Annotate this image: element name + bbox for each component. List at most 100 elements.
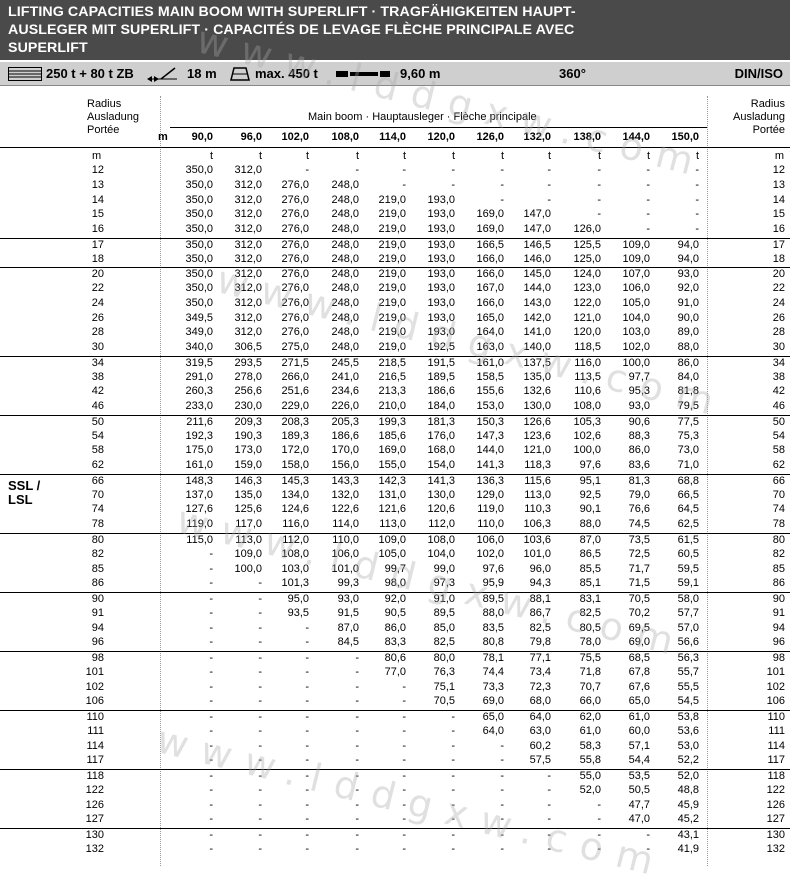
capacity-cell: - <box>305 770 309 783</box>
capacity-cell: 161,0 <box>476 356 504 369</box>
capacity-cell: 248,0 <box>331 252 359 265</box>
capacity-cell: - <box>258 577 262 590</box>
capacity-cell: 93,0 <box>337 593 359 606</box>
capacity-cell: 78,0 <box>579 636 601 649</box>
capacity-cell: 87,0 <box>337 621 359 634</box>
capacity-cell: - <box>355 739 359 752</box>
capacity-cell: - <box>209 754 213 767</box>
radius-cell-left: 15 <box>91 208 104 221</box>
capacity-cell: 96,0 <box>529 562 551 575</box>
radius-cell-left: 46 <box>91 400 104 413</box>
capacity-cell: 57,1 <box>628 739 650 752</box>
spec-slew: 360° <box>559 66 586 81</box>
radius-cell-left: 50 <box>91 415 104 428</box>
capacity-cell: - <box>209 593 213 606</box>
table-row: 18 350,0 312,0 276,0 248,0 219,0 193,0 166,0 146… <box>0 253 790 266</box>
capacity-cell: 71,8 <box>579 665 601 678</box>
spec-track: 9,60 m <box>400 66 441 81</box>
capacity-cell: 193,0 <box>427 238 455 251</box>
capacity-cell: 86,5 <box>579 547 601 560</box>
title-line-2: AUSLEGER MIT SUPERLIFT · CAPACITÉS DE LE… <box>8 22 575 38</box>
capacity-cell: 83,6 <box>628 459 650 472</box>
capacity-cell: 278,0 <box>234 370 262 383</box>
capacity-cell: 349,0 <box>185 326 213 339</box>
radius-cell-left: 130 <box>85 829 104 842</box>
capacity-cell: 47,7 <box>628 798 650 811</box>
capacity-cell: 312,0 <box>234 238 262 251</box>
capacity-cell: - <box>258 652 262 665</box>
capacity-cell: 84,0 <box>677 370 699 383</box>
capacity-cell: - <box>305 680 309 693</box>
capacity-cell: - <box>355 680 359 693</box>
radius-cell-right: 86 <box>772 577 785 590</box>
capacity-cell: - <box>451 754 455 767</box>
counterweight-icon <box>8 67 42 81</box>
capacity-cell: - <box>209 652 213 665</box>
capacity-cell: 88,3 <box>628 429 650 442</box>
capacity-cell: 350,0 <box>185 252 213 265</box>
capacity-cell: 61,0 <box>628 711 650 724</box>
capacity-cell: 70,7 <box>579 680 601 693</box>
capacity-cell: 109,0 <box>234 547 262 560</box>
capacity-cell: 60,5 <box>677 547 699 560</box>
radius-cell-right: 58 <box>772 444 785 457</box>
capacity-cell: - <box>258 783 262 796</box>
capacity-cell: 116,0 <box>282 518 309 531</box>
radius-cell-left: 98 <box>91 652 104 665</box>
capacity-cell: - <box>451 842 455 855</box>
radius-cell-right: 22 <box>772 282 785 295</box>
capacity-cell: 276,0 <box>281 252 309 265</box>
capacity-cell: 43,1 <box>677 829 699 842</box>
radius-cell-left: 42 <box>91 385 104 398</box>
capacity-cell: 105,0 <box>378 547 406 560</box>
track-width-icon <box>336 71 390 77</box>
capacity-cell: 121,0 <box>523 444 551 457</box>
spec-max-load: max. 450 t <box>255 66 318 81</box>
capacity-cell: 86,0 <box>677 356 699 369</box>
capacity-cell: 192,5 <box>427 341 455 354</box>
unit-tonnes: t <box>258 150 262 162</box>
column-header-boom-length: 138,0 <box>573 131 601 143</box>
capacity-cell: 113,0 <box>379 518 406 531</box>
capacity-cell: 146,5 <box>523 238 551 251</box>
header-rule <box>170 127 707 128</box>
capacity-cell: - <box>695 193 699 206</box>
capacity-cell: - <box>547 813 551 826</box>
capacity-cell: 127,6 <box>185 503 213 516</box>
capacity-cell: 91,0 <box>433 593 455 606</box>
table-row: 14 350,0 312,0 276,0 248,0 219,0 193,0 - - - - - 14 <box>0 194 790 207</box>
column-header-boom-length: 120,0 <box>427 131 455 143</box>
table-row: 22 350,0 312,0 276,0 248,0 219,0 193,0 167,0 144… <box>0 282 790 295</box>
capacity-cell: - <box>402 813 406 826</box>
radius-cell-right: 126 <box>766 798 785 811</box>
capacity-cell: 84,5 <box>337 636 359 649</box>
capacity-cell: 166,0 <box>476 252 504 265</box>
capacity-cell: 141,0 <box>523 326 551 339</box>
capacity-cell: 191,5 <box>427 356 455 369</box>
unit-tonnes: t <box>646 150 650 162</box>
capacity-cell: 312,0 <box>234 193 262 206</box>
table-row: 66 148,3 146,3 145,3 143,3 142,3 141,3 136,3 115… <box>0 473 790 488</box>
capacity-cell: 312,0 <box>234 208 262 221</box>
table-row: 12 350,0 312,0 - - - - - - - - - 12 <box>0 164 790 177</box>
capacity-cell: 105,3 <box>573 415 601 428</box>
column-header-boom-length: 108,0 <box>331 131 359 143</box>
capacity-cell: 276,0 <box>281 326 309 339</box>
capacity-cell: 129,0 <box>476 488 504 501</box>
unit-tonnes: t <box>500 150 504 162</box>
capacity-cell: 186,6 <box>427 385 455 398</box>
capacity-cell: - <box>500 798 504 811</box>
radius-cell-left: 26 <box>91 311 104 324</box>
capacity-cell: 256,6 <box>234 385 262 398</box>
capacity-cell: - <box>402 695 406 708</box>
capacity-cell: 52,0 <box>579 783 601 796</box>
capacity-cell: 143,3 <box>331 474 359 487</box>
capacity-cell: 230,0 <box>234 400 262 413</box>
capacity-cell: 85,5 <box>579 562 601 575</box>
table-row: 94 - - - 87,0 86,0 85,0 83,5 82,5 80,5 69,5 57,0 94 <box>0 622 790 635</box>
capacity-cell: - <box>305 652 309 665</box>
capacity-cell: - <box>451 798 455 811</box>
capacity-cell: 106,0 <box>476 534 504 546</box>
capacity-cell: 90,1 <box>579 503 601 516</box>
table-row: 80 115,0 113,0 112,0 110,0 109,0 108,0 106,0 103… <box>0 533 790 547</box>
